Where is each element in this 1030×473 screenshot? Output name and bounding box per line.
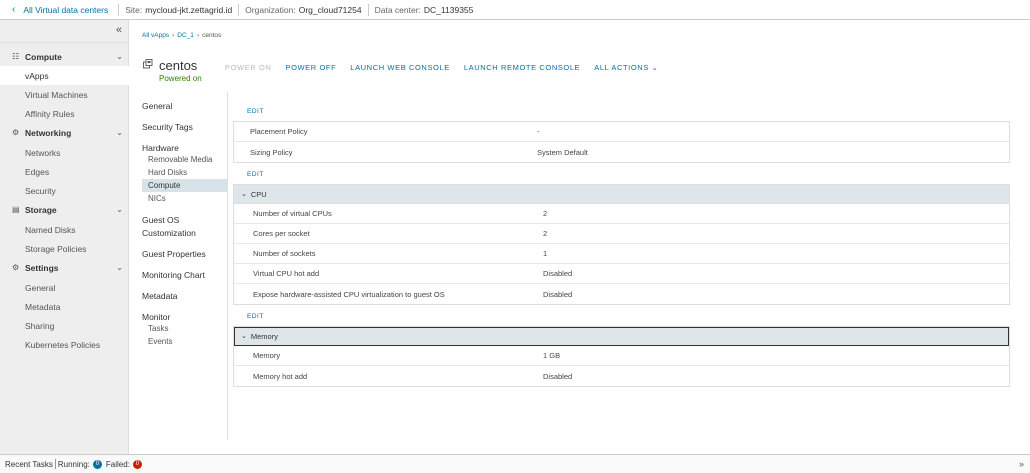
power-off-button[interactable]: POWER OFF xyxy=(285,63,336,72)
subnav-removable-media[interactable]: Removable Media xyxy=(142,153,228,166)
org-info: Organization: Org_cloud71254 xyxy=(239,3,369,16)
sidebar-item-affinity-rules[interactable]: Affinity Rules xyxy=(0,104,129,123)
subnav-hardware: Hardware xyxy=(142,143,179,153)
launch-web-console-button[interactable]: LAUNCH WEB CONSOLE xyxy=(350,63,450,72)
status-badge: Powered on xyxy=(159,74,202,83)
network-icon: ⚙ xyxy=(12,128,20,137)
storage-icon: ▤ xyxy=(12,205,20,214)
sidebar-group-compute[interactable]: ☷ Compute ⌄ xyxy=(0,47,129,66)
table-row: Memory hot add Disabled xyxy=(253,371,573,381)
breadcrumb-current: centos xyxy=(202,32,222,39)
site-info: Site: mycloud-jkt.zettagrid.id xyxy=(119,3,240,16)
subnav-nics[interactable]: NICs xyxy=(142,192,228,205)
edit-memory-button[interactable]: EDIT xyxy=(247,313,264,320)
subnav-guest-os[interactable]: Guest OS xyxy=(142,215,179,225)
subnav-guest-properties[interactable]: Guest Properties xyxy=(142,249,206,259)
edit-policies-button[interactable]: EDIT xyxy=(247,108,264,115)
chevron-down-icon: ⌄ xyxy=(116,128,123,137)
page-title: centos xyxy=(159,58,198,73)
edit-cpu-button[interactable]: EDIT xyxy=(247,171,264,178)
table-row: Memory 1 GB xyxy=(234,346,1009,366)
chevron-left-icon: ‹ xyxy=(12,3,16,15)
action-bar: POWER ON POWER OFF LAUNCH WEB CONSOLE LA… xyxy=(225,63,673,72)
subnav-metadata[interactable]: Metadata xyxy=(142,291,177,301)
subnav-guest-os-customization[interactable]: Customization xyxy=(142,228,196,238)
all-actions-dropdown[interactable]: ALL ACTIONS ⌄ xyxy=(594,63,658,72)
table-row: Expose hardware-assisted CPU virtualizat… xyxy=(253,289,573,299)
subnav-hard-disks[interactable]: Hard Disks xyxy=(142,166,228,179)
vapp-icon xyxy=(143,59,153,69)
power-on-button[interactable]: POWER ON xyxy=(225,63,271,72)
top-bar: ‹ All Virtual data centers Site: mycloud… xyxy=(0,0,1030,20)
subnav-monitoring-chart[interactable]: Monitoring Chart xyxy=(142,270,205,280)
subnav-events[interactable]: Events xyxy=(142,335,228,348)
sidebar-item-storage-policies[interactable]: Storage Policies xyxy=(0,239,129,258)
table-row: Number of sockets 1 xyxy=(234,244,1009,264)
sidebar-item-virtual-machines[interactable]: Virtual Machines xyxy=(0,85,129,104)
chevron-down-icon: ⌄ xyxy=(116,205,123,214)
launch-remote-console-button[interactable]: LAUNCH REMOTE CONSOLE xyxy=(464,63,580,72)
sidebar-item-general[interactable]: General xyxy=(0,278,129,297)
sidebar-item-vapps[interactable]: vApps xyxy=(0,66,129,85)
dc-info: Data center: DC_1139355 xyxy=(374,4,474,15)
chevron-down-icon: ⌄ xyxy=(241,191,247,198)
table-row: Sizing Policy System Default xyxy=(250,147,588,157)
policy-panel: Placement Policy - Sizing Policy System … xyxy=(233,121,1010,163)
back-to-vdcs-link[interactable]: ‹ All Virtual data centers xyxy=(0,3,120,16)
sidebar-item-edges[interactable]: Edges xyxy=(0,162,129,181)
sidebar-group-networking[interactable]: ⚙ Networking ⌄ xyxy=(0,123,129,142)
sidebar-item-named-disks[interactable]: Named Disks xyxy=(0,220,129,239)
chevron-down-icon: ⌄ xyxy=(241,333,247,340)
sidebar-item-networks[interactable]: Networks xyxy=(0,143,129,162)
chevron-down-icon: ⌄ xyxy=(651,63,659,72)
org-value: Org_cloud71254 xyxy=(298,4,362,15)
recent-tasks-bar[interactable]: Recent Tasks Running: 0 Failed: 0 » xyxy=(0,454,1030,473)
breadcrumb-all-vapps[interactable]: All vApps xyxy=(142,32,169,39)
cpu-section-header[interactable]: ⌄ CPU xyxy=(234,185,1009,204)
expand-tasks-icon[interactable]: » xyxy=(1019,459,1024,469)
sidebar-group-settings[interactable]: ⚙ Settings ⌄ xyxy=(0,258,129,277)
recent-tasks-label[interactable]: Recent Tasks xyxy=(5,460,53,469)
subnav-security-tags[interactable]: Security Tags xyxy=(142,122,193,132)
chevron-down-icon: ⌄ xyxy=(116,52,123,61)
table-row: Number of virtual CPUs 2 xyxy=(234,204,1009,224)
back-link-label: All Virtual data centers xyxy=(23,4,109,15)
sidebar: « ☷ Compute ⌄ vApps Virtual Machines Aff… xyxy=(0,20,129,454)
sidebar-item-sharing[interactable]: Sharing xyxy=(0,316,129,335)
breadcrumb-dc[interactable]: DC_1 xyxy=(177,32,194,39)
site-value: mycloud-jkt.zettagrid.id xyxy=(145,4,233,15)
sidebar-item-kubernetes-policies[interactable]: Kubernetes Policies xyxy=(0,335,129,354)
memory-panel: ⌄ Memory Memory 1 GB Memory hot add Disa… xyxy=(233,326,1010,387)
running-count-badge: 0 xyxy=(92,459,102,469)
subnav-tasks[interactable]: Tasks xyxy=(142,322,228,335)
table-row: Cores per socket 2 xyxy=(234,224,1009,244)
sidebar-item-security[interactable]: Security xyxy=(0,181,129,200)
dc-value: DC_1139355 xyxy=(423,4,474,15)
sidebar-group-storage[interactable]: ▤ Storage ⌄ xyxy=(0,200,129,219)
subnav-monitor: Monitor xyxy=(142,312,171,322)
breadcrumb: All vApps › DC_1 › centos xyxy=(142,32,222,39)
settings-icon: ⚙ xyxy=(12,263,20,272)
failed-count-badge: 0 xyxy=(132,459,142,469)
table-row: Virtual CPU hot add Disabled xyxy=(234,264,1009,284)
sidebar-item-metadata[interactable]: Metadata xyxy=(0,297,129,316)
chevron-down-icon: ⌄ xyxy=(116,263,123,272)
collapse-sidebar-icon[interactable]: « xyxy=(116,24,122,36)
grid-icon: ☷ xyxy=(12,52,20,61)
subnav-compute[interactable]: Compute xyxy=(142,179,228,192)
table-row: Placement Policy - xyxy=(234,122,1009,142)
memory-section-header[interactable]: ⌄ Memory xyxy=(234,327,1009,346)
subnav-general[interactable]: General xyxy=(142,101,172,111)
cpu-panel: ⌄ CPU Number of virtual CPUs 2 Cores per… xyxy=(233,184,1010,305)
